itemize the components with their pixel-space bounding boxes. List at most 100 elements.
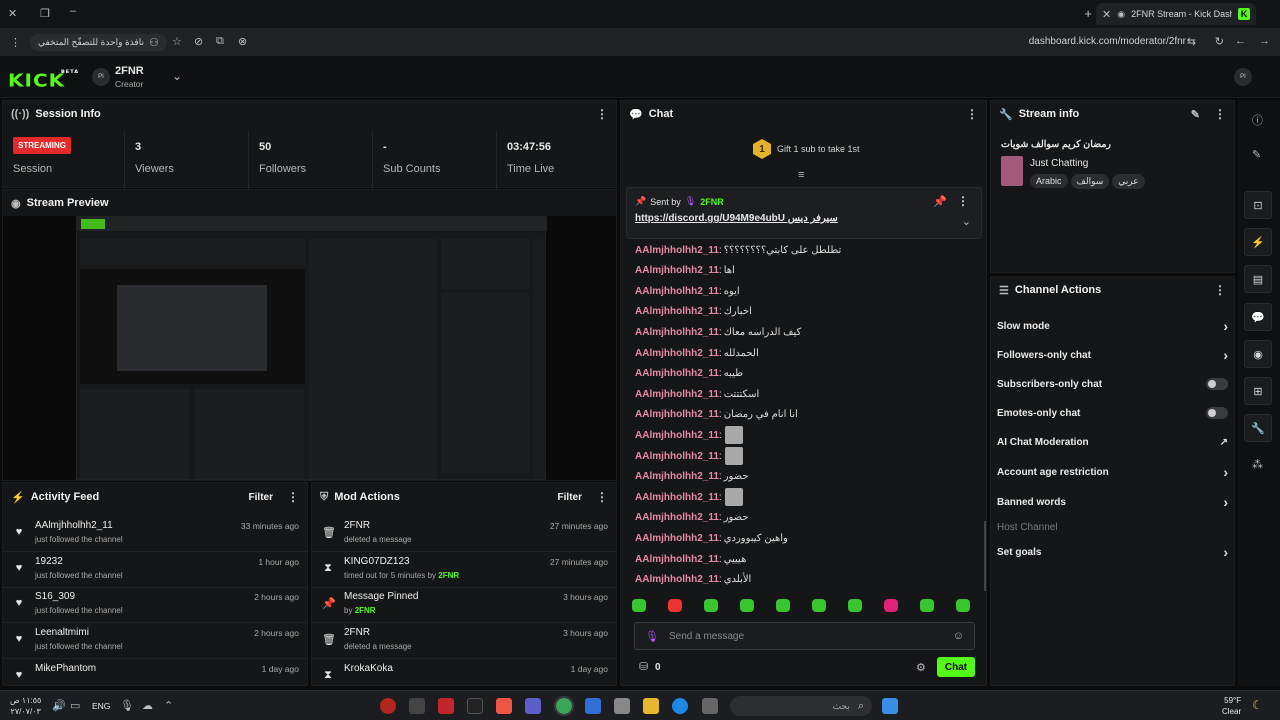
chat-message[interactable]: AAlmjhholhh2_11: ايوه (635, 282, 740, 300)
chat-message[interactable]: AAlmjhholhh2_11: كيف الدراسه معاك (635, 323, 801, 341)
category-name[interactable]: Just Chatting (1030, 158, 1088, 169)
pinned-text[interactable]: سيرفر ديس https://discord.gg/U94M9e4ubU (635, 213, 838, 224)
chat-message[interactable]: AAlmjhholhh2_11: (635, 447, 743, 465)
chat-username[interactable]: AAlmjhholhh2_11 (635, 286, 719, 297)
subscribers-only-toggle[interactable] (1206, 378, 1228, 390)
app-icon[interactable] (496, 698, 512, 714)
chat-scrollbar[interactable] (984, 521, 986, 591)
emotes-only-toggle[interactable] (1206, 407, 1228, 419)
mod-name[interactable]: Message Pinned (344, 591, 419, 602)
channel-actions-menu-icon[interactable]: ⋮ (1214, 283, 1226, 297)
emote-icon[interactable] (740, 599, 754, 612)
monitor-icon[interactable]: ▭ (70, 699, 80, 712)
clock[interactable]: ١١:٥٥ ص ٢٧/٠٧/٠٣ (10, 695, 41, 717)
new-tab-icon[interactable]: + (1084, 6, 1092, 21)
session-menu-icon[interactable]: ⋮ (596, 107, 608, 121)
emote-icon[interactable] (776, 599, 790, 612)
info-icon[interactable]: ⓘ (1252, 112, 1263, 128)
chat-settings-gear-icon[interactable]: ⚙ (916, 661, 926, 674)
app-icon[interactable] (438, 698, 454, 714)
mod-name[interactable]: 2FNR (344, 520, 370, 531)
focus-icon[interactable]: ⊡ (1244, 191, 1272, 219)
kick-logo[interactable]: KICK BETA (8, 69, 78, 91)
chat-username[interactable]: AAlmjhholhh2_11 (635, 265, 719, 276)
pinned-menu-icon[interactable]: ⋮ (957, 194, 969, 208)
user-avatar[interactable]: PI (1234, 68, 1252, 86)
weather[interactable]: 59°F Clear (1222, 695, 1241, 717)
chat-message[interactable]: AAlmjhholhh2_11: اسكتتتت (635, 385, 759, 403)
chat-username[interactable]: AAlmjhholhh2_11 (635, 327, 719, 338)
pencil-icon[interactable]: ✎ (1252, 148, 1261, 161)
chat-username[interactable]: AAlmjhholhh2_11 (635, 409, 719, 420)
lightning-icon[interactable]: ⚡ (1244, 228, 1272, 256)
emote-icon[interactable] (812, 599, 826, 612)
category-thumbnail[interactable] (1001, 156, 1023, 186)
url-text[interactable]: dashboard.kick.com/moderator/2fnr (1029, 36, 1186, 47)
banned-words-action[interactable]: Banned words › (991, 488, 1234, 516)
add-widget-icon[interactable]: ⁂ (1252, 458, 1263, 471)
followers-only-action[interactable]: Followers-only chat › (991, 341, 1234, 369)
chat-username[interactable]: AAlmjhholhh2_11 (635, 430, 719, 441)
mod-by[interactable]: 2FNR (438, 571, 459, 580)
chat-icon[interactable]: 💬 (1244, 303, 1272, 331)
activity-name[interactable]: MikePhantom (35, 663, 96, 674)
teams-icon[interactable] (525, 698, 541, 714)
emoji-icon[interactable]: ☺ (953, 630, 964, 642)
chat-message[interactable]: AAlmjhholhh2_11: تطلطل على كابتي؟؟؟؟؟؟؟؟ (635, 241, 841, 259)
channel-switch-chevron-down-icon[interactable]: ⌄ (172, 69, 182, 83)
ai-moderation-action[interactable]: AI Chat Moderation ↗ (991, 428, 1234, 456)
mod-by[interactable]: 2FNR (355, 606, 376, 615)
mod-filter-button[interactable]: Filter (558, 492, 582, 503)
chat-username[interactable]: AAlmjhholhh2_11 (635, 554, 719, 565)
reload-icon[interactable]: ↻ (1215, 35, 1224, 48)
minimize-window-icon[interactable]: – (70, 5, 76, 17)
emote-icon[interactable] (848, 599, 862, 612)
emote-icon[interactable] (668, 599, 682, 612)
chat-username[interactable]: AAlmjhholhh2_11 (635, 348, 719, 359)
pinned-user[interactable]: 2FNR (700, 197, 724, 207)
chat-message[interactable]: AAlmjhholhh2_11: الأبلدي (635, 571, 751, 589)
incognito-pill[interactable]: نافذة واحدة للتصفّح المتخفي ⚇ (30, 34, 167, 51)
language-indicator[interactable]: ENG (92, 701, 110, 711)
chat-message[interactable]: AAlmjhholhh2_11: اخبارك (635, 303, 752, 321)
tv-app-icon[interactable] (467, 698, 483, 714)
chat-input[interactable]: 🎙 Send a message ☺ (634, 622, 975, 650)
mod-menu-icon[interactable]: ⋮ (596, 490, 608, 504)
chrome-icon[interactable] (554, 696, 574, 716)
chevron-down-icon[interactable]: ⌄ (962, 215, 971, 228)
chat-message[interactable]: AAlmjhholhh2_11: الحمدلله (635, 344, 759, 362)
emote-icon[interactable] (920, 599, 934, 612)
chat-username[interactable]: AAlmjhholhh2_11 (635, 471, 719, 482)
store-icon[interactable] (614, 698, 630, 714)
app-icon[interactable] (409, 698, 425, 714)
activity-name[interactable]: Leenaltmimi (35, 627, 89, 638)
activity-name[interactable]: AAlmjhholhh2_11 (35, 520, 113, 531)
emote-icon[interactable] (884, 599, 898, 612)
app-icon[interactable] (380, 698, 396, 714)
bookmark-star-icon[interactable]: ☆ (172, 35, 182, 48)
site-settings-icon[interactable]: ⇆ (1187, 35, 1196, 48)
browser-tab[interactable]: ✕ ◉ 2FNR Stream - Kick Dashbo K (1096, 3, 1256, 25)
chat-menu-icon[interactable]: ⋮ (966, 107, 978, 121)
camera-off-icon[interactable]: ⊗ (238, 35, 247, 48)
mod-name[interactable]: KrokaKoka (344, 663, 393, 674)
emote-icon[interactable] (704, 599, 718, 612)
close-tab-icon[interactable]: ✕ (1102, 8, 1111, 21)
stream-info-menu-icon[interactable]: ⋮ (1214, 107, 1226, 121)
layout-icon[interactable]: ⊞ (1244, 377, 1272, 405)
chat-message[interactable]: AAlmjhholhh2_11: (635, 488, 743, 507)
emote-icon[interactable] (632, 599, 646, 612)
activity-filter-button[interactable]: Filter (249, 492, 273, 503)
microphone-icon[interactable]: 🎙 (120, 699, 134, 712)
chat-username[interactable]: AAlmjhholhh2_11 (635, 451, 719, 462)
send-chat-button[interactable]: Chat (937, 657, 975, 677)
chat-username[interactable]: AAlmjhholhh2_11 (635, 492, 719, 503)
emote-icon[interactable] (956, 599, 970, 612)
speaker-icon[interactable]: 🔊 (52, 699, 66, 712)
edit-pencil-icon[interactable]: ✎ (1191, 108, 1200, 121)
wrench-icon[interactable]: 🔧 (1244, 414, 1272, 442)
chat-message[interactable]: AAlmjhholhh2_11: (635, 426, 743, 445)
gift-banner[interactable]: 1 Gift 1 sub to take 1st (753, 139, 860, 159)
activity-name[interactable]: S16_309 (35, 591, 75, 602)
back-icon[interactable]: ← (1235, 35, 1246, 47)
